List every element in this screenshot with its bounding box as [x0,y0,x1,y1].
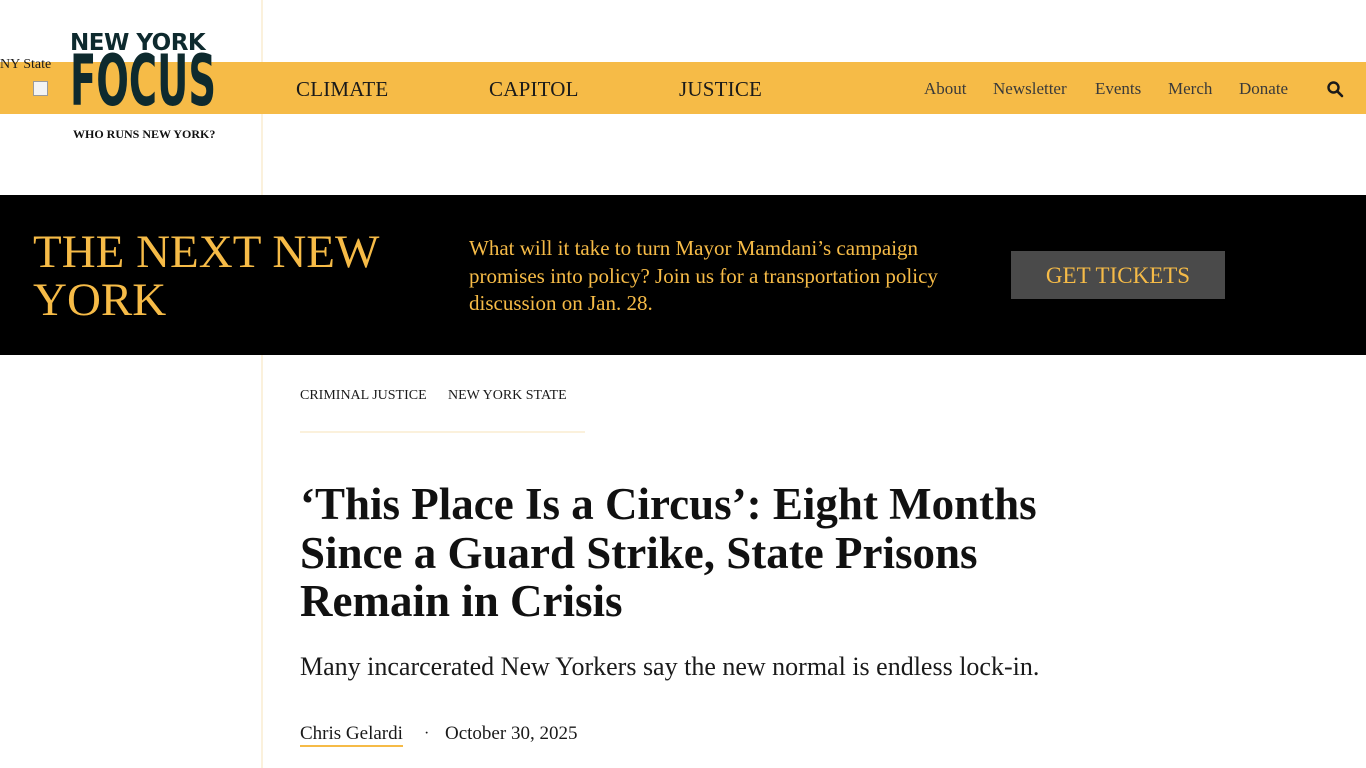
nav-link-newsletter[interactable]: Newsletter [993,62,1067,114]
get-tickets-button[interactable]: GET TICKETS [1011,251,1225,299]
tag-divider [300,431,585,433]
nav-link-merch[interactable]: Merch [1168,62,1212,114]
article-dek: Many incarcerated New Yorkers say the ne… [300,652,1040,681]
banner-description: What will it take to turn Mayor Mamdani’… [469,236,938,315]
tag-criminal-justice[interactable]: CRIMINAL JUSTICE [300,388,427,404]
logo-focus-wordmark: FOCUS [70,52,216,122]
nav-item-justice[interactable]: JUSTICE [679,62,762,114]
article-headline: ‘This Place Is a Circus’: Eight Months S… [300,479,1037,626]
nav-link-about[interactable]: About [924,62,967,114]
nav-item-capitol[interactable]: CAPITOL [489,62,579,114]
tag-new-york-state[interactable]: NEW YORK STATE [448,388,567,404]
logo-tagline: WHO RUNS NEW YORK? [73,127,216,141]
broken-image-alt-text: NY State [0,57,52,72]
broken-image-icon [33,81,48,96]
nav-link-events[interactable]: Events [1095,62,1141,114]
site-logo[interactable]: NEW YORK FOCUS WHO RUNS NEW YORK? [70,30,220,145]
publish-date: October 30, 2025 [445,723,578,744]
byline-separator: · [424,725,430,742]
author-link[interactable]: Chris Gelardi [300,723,403,747]
nav-item-climate[interactable]: CLIMATE [296,62,388,114]
nav-link-donate[interactable]: Donate [1239,62,1288,114]
banner-title: THE NEXT NEW YORK [33,226,379,326]
svg-text:FOCUS: FOCUS [70,52,216,122]
page-divider-line [261,0,263,768]
event-banner: THE NEXT NEW YORK What will it take to t… [0,195,1366,355]
search-icon[interactable] [1326,80,1344,98]
